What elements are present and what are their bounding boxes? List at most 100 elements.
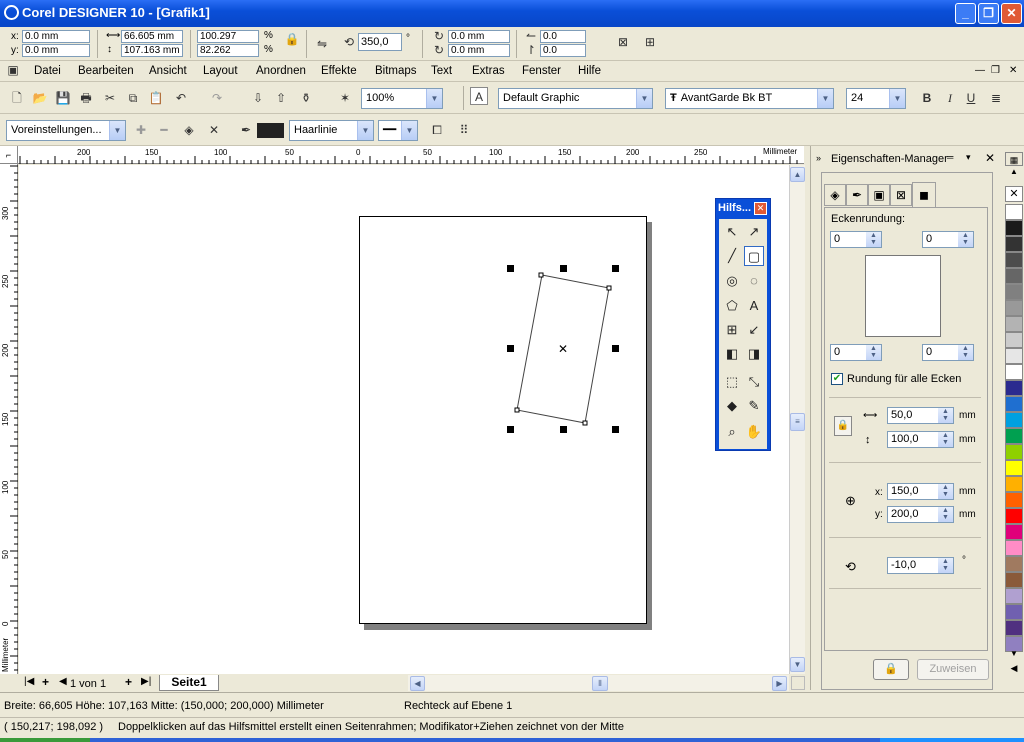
preset-select[interactable]: Voreinstellungen... ▼ xyxy=(6,120,126,141)
italic-button[interactable]: I xyxy=(941,89,959,107)
tab-fill-icon[interactable]: ◈ xyxy=(824,184,846,206)
text-style-icon[interactable]: A xyxy=(470,87,488,105)
minimize-icon[interactable]: _ xyxy=(955,3,976,24)
freehand-tool-icon[interactable]: ╱ xyxy=(722,246,742,266)
paste-icon[interactable]: 📋 xyxy=(147,89,165,107)
convert-icon[interactable]: ⠿ xyxy=(455,121,473,139)
scale-width-field[interactable]: 100.297 xyxy=(197,30,259,43)
zoom-select[interactable]: 100% ▼ xyxy=(361,88,443,109)
color-swatch[interactable] xyxy=(1005,348,1023,364)
horizontal-scrollbar[interactable]: ◀ ⦀ ▶ xyxy=(408,675,789,691)
menu-anordnen[interactable]: Anordnen xyxy=(256,61,306,81)
color-swatch[interactable] xyxy=(1005,364,1023,380)
arc-tool-icon[interactable]: ◌ xyxy=(744,271,764,291)
round-all-corners-checkbox[interactable]: ✔ xyxy=(831,373,843,385)
blend-tool-icon[interactable]: ◧ xyxy=(722,344,742,364)
color-swatch[interactable] xyxy=(1005,236,1023,252)
color-swatch[interactable] xyxy=(1005,588,1023,604)
docker-collapse-icon[interactable]: » xyxy=(816,153,821,163)
tab-rectangle-icon[interactable]: ◼ xyxy=(912,182,936,208)
color-swatch[interactable] xyxy=(1005,204,1023,220)
scale-height-field[interactable]: 82.262 xyxy=(197,44,259,57)
text-format-icon[interactable]: ≣ xyxy=(987,89,1005,107)
palette-scroll-up-icon[interactable]: ▲ xyxy=(1005,166,1023,178)
palette-expand-icon[interactable]: ◀ xyxy=(1005,662,1023,674)
color-swatch[interactable] xyxy=(1005,524,1023,540)
maximize-icon[interactable]: ❐ xyxy=(978,3,999,24)
width-field[interactable]: 50,0 ▲ ▼ xyxy=(887,407,954,424)
open-icon[interactable]: 📂 xyxy=(31,89,49,107)
color-swatch[interactable] xyxy=(1005,332,1023,348)
color-swatch[interactable] xyxy=(1005,316,1023,332)
app-launcher-icon[interactable]: ⚱ xyxy=(297,89,315,107)
y-position-field[interactable]: 0.0 mm xyxy=(22,44,90,57)
color-swatch[interactable] xyxy=(1005,412,1023,428)
outline-color-swatch[interactable] xyxy=(257,123,284,138)
corner-top-right-field[interactable]: 0 ▲ ▼ xyxy=(922,231,974,248)
rectangle-tool-icon[interactable]: ▢ xyxy=(744,246,764,266)
outline-width-select[interactable]: Haarlinie ▼ xyxy=(289,120,374,141)
rotation-center-y-field[interactable]: 0.0 mm xyxy=(448,44,510,57)
tab-general-icon[interactable]: ▣ xyxy=(868,184,890,206)
import-icon[interactable]: ⇩ xyxy=(249,89,267,107)
scroll-thumb-v[interactable]: ≡ xyxy=(790,413,805,431)
lock-ratio-icon[interactable]: 🔒 xyxy=(283,30,301,48)
color-swatch[interactable] xyxy=(1005,540,1023,556)
menu-hilfe[interactable]: Hilfe xyxy=(578,61,601,81)
skew-h-field[interactable]: 0.0 xyxy=(540,30,586,43)
bold-button[interactable]: B xyxy=(918,89,936,107)
add-preset-icon[interactable]: ✚ xyxy=(132,121,150,139)
copy-icon[interactable]: ⧉ xyxy=(124,89,142,107)
scroll-left-icon[interactable]: ◀ xyxy=(410,676,425,691)
menu-extras[interactable]: Extras xyxy=(472,61,505,81)
fill-tool-icon[interactable]: ◆ xyxy=(722,396,742,416)
scroll-up-icon[interactable]: ▲ xyxy=(790,167,805,182)
palette-scroll-down-icon[interactable]: ▼ xyxy=(1005,648,1023,660)
shape-tool-icon[interactable]: ↗ xyxy=(744,222,764,242)
height-field[interactable]: 100,0 ▲ ▼ xyxy=(887,431,954,448)
color-swatch[interactable] xyxy=(1005,444,1023,460)
menu-layout[interactable]: Layout xyxy=(203,61,238,81)
first-page-icon[interactable]: |◀ xyxy=(24,676,34,687)
color-swatch[interactable] xyxy=(1005,572,1023,588)
transform-icon[interactable]: ⊠ xyxy=(614,33,632,51)
outline-pen-icon[interactable]: ✒ xyxy=(237,121,255,139)
add-page-before-icon[interactable]: + xyxy=(42,675,49,689)
toolbox-close-icon[interactable]: ✕ xyxy=(754,202,767,215)
eyedropper-tool-icon[interactable]: ⤡ xyxy=(744,372,764,392)
outline-tool-icon[interactable]: ✎ xyxy=(744,396,764,416)
tab-internet-icon[interactable]: ⊠ xyxy=(890,184,912,206)
tab-outline-icon[interactable]: ✒ xyxy=(846,184,868,206)
width-field[interactable]: 66.605 mm xyxy=(121,30,183,43)
pan-tool-icon[interactable]: ✋ xyxy=(744,422,764,442)
connector-tool-icon[interactable]: ↙ xyxy=(744,320,764,340)
last-page-icon[interactable]: ▶| xyxy=(141,676,151,687)
vertical-scrollbar[interactable]: ▲ ≡ ▼ xyxy=(789,165,805,674)
doc-icon[interactable]: ▣ xyxy=(6,62,20,78)
color-swatch[interactable] xyxy=(1005,300,1023,316)
color-swatch[interactable] xyxy=(1005,492,1023,508)
color-swatch[interactable] xyxy=(1005,268,1023,284)
dimension-tool-icon[interactable]: ⊞ xyxy=(722,320,742,340)
corel-online-icon[interactable]: ✶ xyxy=(336,89,354,107)
color-swatch[interactable] xyxy=(1005,252,1023,268)
pick-tool-icon[interactable]: ↖ xyxy=(722,222,742,242)
color-swatch[interactable] xyxy=(1005,620,1023,636)
x-position-field[interactable]: 0.0 mm xyxy=(22,30,90,43)
fit-text-tool-icon[interactable]: ◨ xyxy=(744,344,764,364)
no-fill-icon[interactable]: ✕ xyxy=(205,121,223,139)
color-swatch[interactable] xyxy=(1005,284,1023,300)
zoom-tool-icon[interactable]: ⌕ xyxy=(722,422,742,442)
lock-apply-button[interactable]: 🔒 xyxy=(873,659,909,680)
y-position-field[interactable]: 200,0 ▲ ▼ xyxy=(887,506,954,523)
rotation-angle-field[interactable]: 350,0 xyxy=(358,33,402,51)
menu-effekte[interactable]: Effekte xyxy=(321,61,357,81)
color-swatch[interactable] xyxy=(1005,396,1023,412)
prev-page-icon[interactable]: ◀ xyxy=(59,676,67,687)
color-swatch[interactable] xyxy=(1005,428,1023,444)
skew-v-field[interactable]: 0.0 xyxy=(540,44,586,57)
new-icon[interactable]: 🗋 xyxy=(8,89,26,107)
print-icon[interactable]: 🖶 xyxy=(77,89,95,107)
scroll-down-icon[interactable]: ▼ xyxy=(790,657,805,672)
selection-overlay[interactable]: ✕ xyxy=(19,165,789,674)
